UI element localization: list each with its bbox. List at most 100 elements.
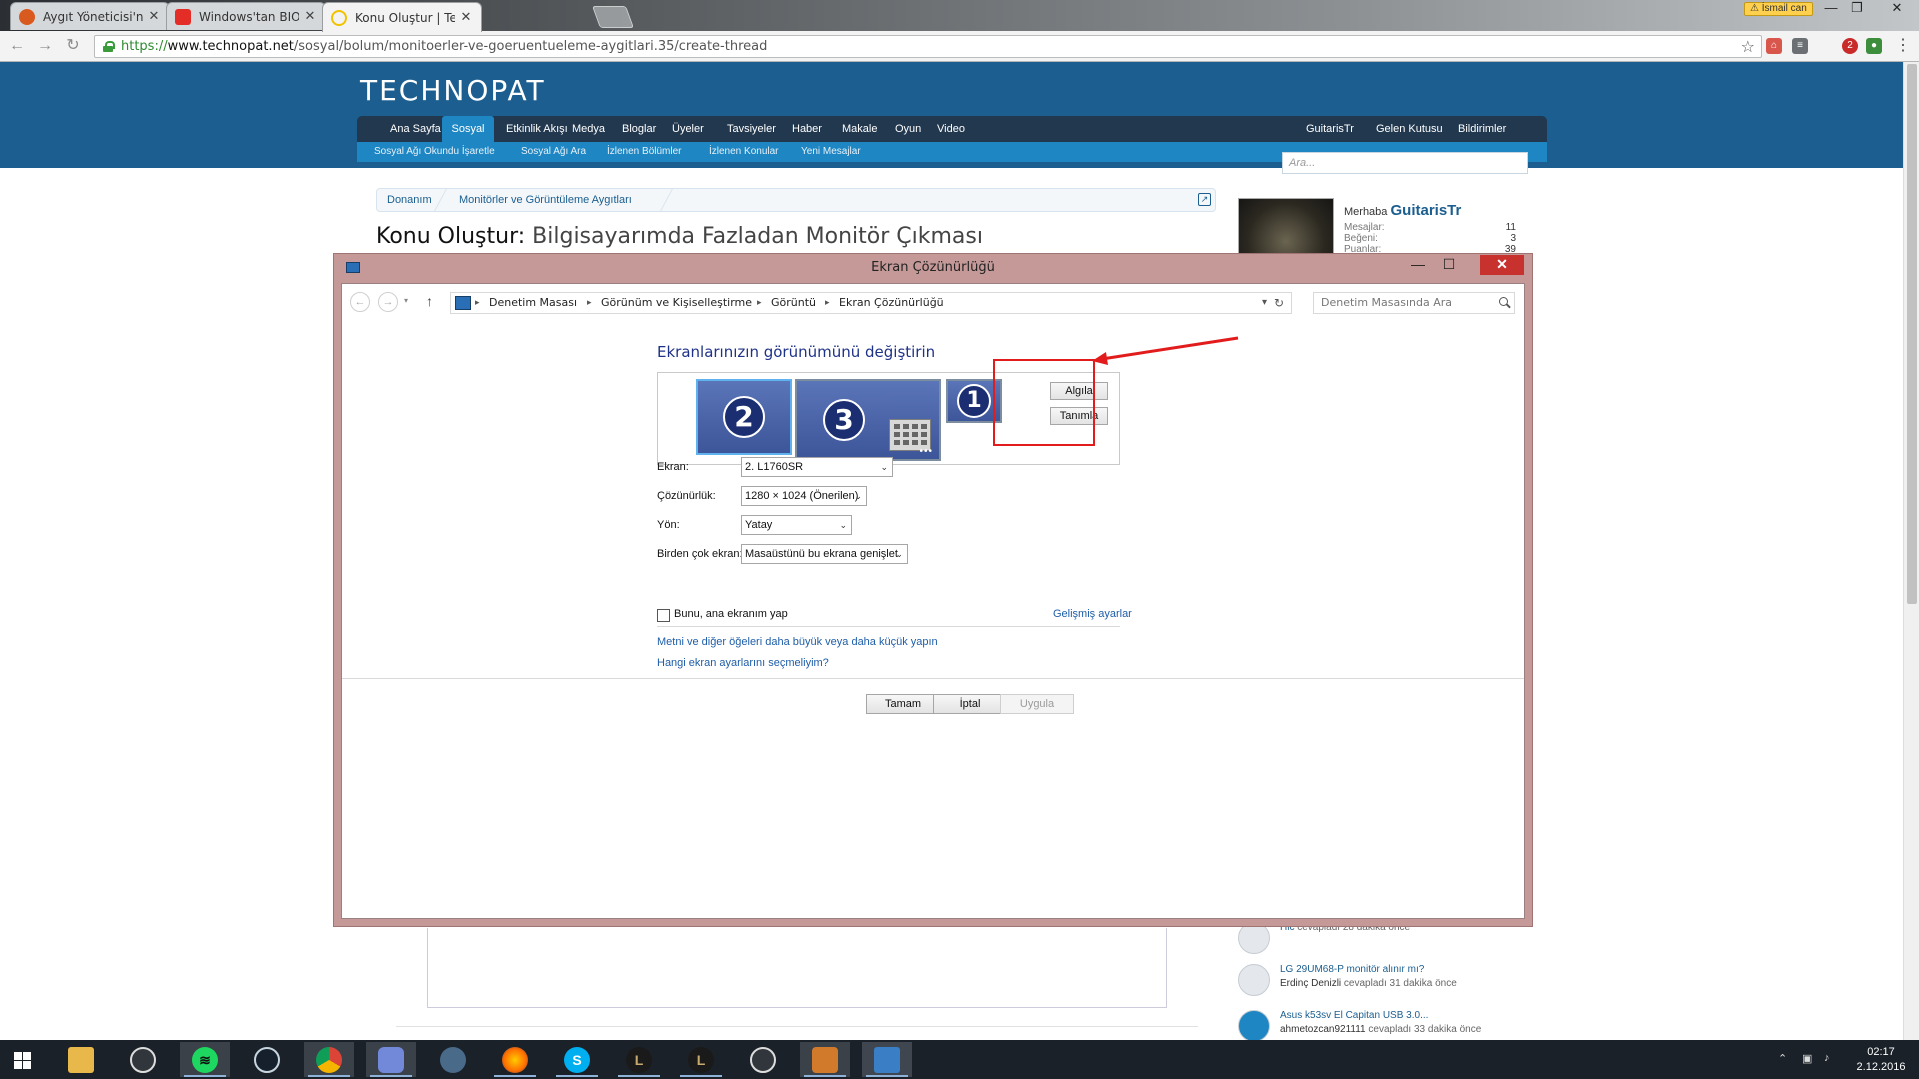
activity-user[interactable]: ahmetozcan921111 xyxy=(1280,1024,1366,1035)
visitor-name[interactable]: GuitarisTr xyxy=(1390,202,1461,219)
nav-social[interactable]: Sosyal xyxy=(442,116,494,142)
display-help-link[interactable]: Hangi ekran ayarlarını seçmeliyim? xyxy=(657,657,829,669)
resolution-select[interactable]: 1280 × 1024 (Önerilen) ⌄ xyxy=(741,486,867,506)
spotify-icon[interactable]: ≋ xyxy=(180,1042,230,1077)
extension-icon[interactable]: ● xyxy=(1866,38,1882,54)
make-main-display-checkbox[interactable] xyxy=(657,609,670,622)
obs-icon[interactable] xyxy=(118,1042,168,1077)
activity-item[interactable]: LG 29UM68-P monitör alınır mı? Erdinç De… xyxy=(1236,962,1526,1002)
chevron-right-icon[interactable]: ▸ xyxy=(757,293,762,313)
chevron-right-icon[interactable]: ▸ xyxy=(475,293,480,313)
subnav-watched-threads[interactable]: İzlenen Konular xyxy=(709,142,779,162)
tab-close-icon[interactable]: ✕ xyxy=(459,10,473,25)
tab-create-thread[interactable]: Konu Oluştur | Technopa ✕ xyxy=(322,2,482,32)
monitor-3[interactable]: 3 ••• xyxy=(795,379,941,461)
new-tab-button[interactable] xyxy=(591,6,635,28)
ok-button[interactable]: Tamam xyxy=(866,694,940,714)
forward-icon[interactable]: → xyxy=(36,37,54,55)
back-icon[interactable]: ← xyxy=(350,292,370,312)
bookmark-star-icon[interactable]: ☆ xyxy=(1741,36,1755,57)
address-bar[interactable]: https://www.technopat.net/sosyal/bolum/m… xyxy=(94,35,1762,58)
tab-device-manager[interactable]: Aygıt Yöneticisi'nde Takı ✕ xyxy=(10,2,170,30)
app-icon[interactable] xyxy=(800,1042,850,1077)
obs-icon[interactable] xyxy=(738,1042,788,1077)
app-icon[interactable] xyxy=(428,1042,478,1077)
advanced-settings-link[interactable]: Gelişmiş ayarlar xyxy=(1053,608,1132,620)
chevron-right-icon[interactable]: ▸ xyxy=(825,293,830,313)
popup-arrow-icon[interactable]: ↗ xyxy=(1198,193,1211,206)
show-hidden-icons-icon[interactable]: ⌃ xyxy=(1778,1052,1787,1065)
breadcrumb-item[interactable]: Donanım xyxy=(387,189,432,211)
text-size-link[interactable]: Metni ve diğer öğeleri daha büyük veya d… xyxy=(657,636,938,648)
clock[interactable]: 02:17 2.12.2016 xyxy=(1846,1045,1916,1075)
control-panel-icon[interactable] xyxy=(862,1042,912,1077)
nav-notifications[interactable]: Bildirimler xyxy=(1449,116,1515,142)
extension-icon[interactable]: ⌂ xyxy=(1766,38,1782,54)
nav-members[interactable]: Üyeler xyxy=(663,116,713,142)
league-of-legends-icon[interactable]: L xyxy=(676,1042,726,1077)
close-button[interactable]: ✕ xyxy=(1886,1,1908,16)
nav-games[interactable]: Oyun xyxy=(886,116,930,142)
profile-button[interactable]: ⚠ İsmail can xyxy=(1744,2,1813,16)
notification-badge-icon[interactable]: 2 xyxy=(1842,38,1858,54)
monitor-2[interactable]: 2 xyxy=(696,379,792,455)
network-icon[interactable]: ▣ xyxy=(1802,1052,1812,1065)
windows-start-icon[interactable] xyxy=(0,1040,44,1079)
breadcrumb-item[interactable]: Monitörler ve Görüntüleme Aygıtları xyxy=(459,189,632,211)
volume-icon[interactable]: ♪ xyxy=(1824,1052,1830,1064)
extension-icon[interactable]: ≡ xyxy=(1792,38,1808,54)
tab-close-icon[interactable]: ✕ xyxy=(303,9,317,24)
subnav-new-posts[interactable]: Yeni Mesajlar xyxy=(801,142,861,162)
address-segment[interactable]: Görünüm ve Kişiselleştirme xyxy=(601,293,752,313)
firefox-icon[interactable] xyxy=(490,1042,540,1077)
nav-inbox[interactable]: Gelen Kutusu xyxy=(1367,116,1452,142)
search-icon[interactable] xyxy=(1499,297,1508,306)
chevron-down-icon[interactable]: ▾ xyxy=(1262,293,1267,313)
nav-news[interactable]: Haber xyxy=(783,116,831,142)
activity-title[interactable]: Asus k53sv El Capitan USB 3.0... xyxy=(1280,1010,1428,1021)
explorer-address-box[interactable]: ▸ Denetim Masası ▸ Görünüm ve Kişiselleş… xyxy=(450,292,1292,314)
activity-user[interactable]: Erdinç Denizli xyxy=(1280,978,1341,989)
nav-home[interactable]: Ana Sayfa xyxy=(381,116,450,142)
file-explorer-icon[interactable] xyxy=(56,1042,106,1077)
page-scrollbar[interactable] xyxy=(1903,62,1919,1040)
message-editor[interactable] xyxy=(427,928,1167,1008)
chevron-right-icon[interactable]: ▸ xyxy=(587,293,592,313)
display-select[interactable]: 2. L1760SR ⌄ xyxy=(741,457,893,477)
apply-button[interactable]: Uygula xyxy=(1000,694,1074,714)
nav-media[interactable]: Medya xyxy=(563,116,614,142)
checkbox-label[interactable]: Bunu, ana ekranım yap xyxy=(674,608,788,620)
nav-articles[interactable]: Makale xyxy=(833,116,886,142)
recent-locations-icon[interactable]: ▾ xyxy=(404,296,408,305)
site-search-input[interactable]: Ara... xyxy=(1282,152,1528,174)
nav-video[interactable]: Video xyxy=(928,116,974,142)
minimize-button[interactable]: — xyxy=(1820,1,1842,16)
nav-recommendations[interactable]: Tavsiyeler xyxy=(718,116,785,142)
orientation-select[interactable]: Yatay ⌄ xyxy=(741,515,852,535)
menu-icon[interactable]: ⋮ xyxy=(1894,37,1912,55)
tab-bios[interactable]: Windows'tan BIOS'a Giriş ✕ xyxy=(166,2,326,30)
discord-icon[interactable] xyxy=(366,1042,416,1077)
league-of-legends-icon[interactable]: L xyxy=(614,1042,664,1077)
scrollbar-thumb[interactable] xyxy=(1907,64,1917,604)
forward-icon[interactable]: → xyxy=(378,292,398,312)
address-segment[interactable]: Görüntü xyxy=(771,293,816,313)
subnav-search[interactable]: Sosyal Ağı Ara xyxy=(521,142,586,162)
activity-title[interactable]: LG 29UM68-P monitör alınır mı? xyxy=(1280,964,1424,975)
minimize-button[interactable]: — xyxy=(1404,255,1432,275)
site-logo[interactable]: TECHNOPAT xyxy=(360,74,546,107)
nav-blogs[interactable]: Bloglar xyxy=(613,116,665,142)
activity-item[interactable]: Asus k53sv El Capitan USB 3.0... ahmetoz… xyxy=(1236,1008,1526,1040)
address-segment[interactable]: Ekran Çözünürlüğü xyxy=(839,293,944,313)
close-button[interactable]: ✕ xyxy=(1480,255,1524,275)
control-panel-search[interactable]: Denetim Masasında Ara xyxy=(1313,292,1515,314)
steam-icon[interactable] xyxy=(242,1042,292,1077)
refresh-icon[interactable]: ↻ xyxy=(1271,293,1287,313)
tab-close-icon[interactable]: ✕ xyxy=(147,9,161,24)
subnav-watched-forums[interactable]: İzlenen Bölümler xyxy=(607,142,681,162)
up-arrow-icon[interactable]: ↑ xyxy=(426,293,433,309)
chrome-icon[interactable] xyxy=(304,1042,354,1077)
subnav-mark-read[interactable]: Sosyal Ağı Okundu İşaretle xyxy=(374,142,495,162)
skype-icon[interactable]: S xyxy=(552,1042,602,1077)
cancel-button[interactable]: İptal xyxy=(933,694,1007,714)
